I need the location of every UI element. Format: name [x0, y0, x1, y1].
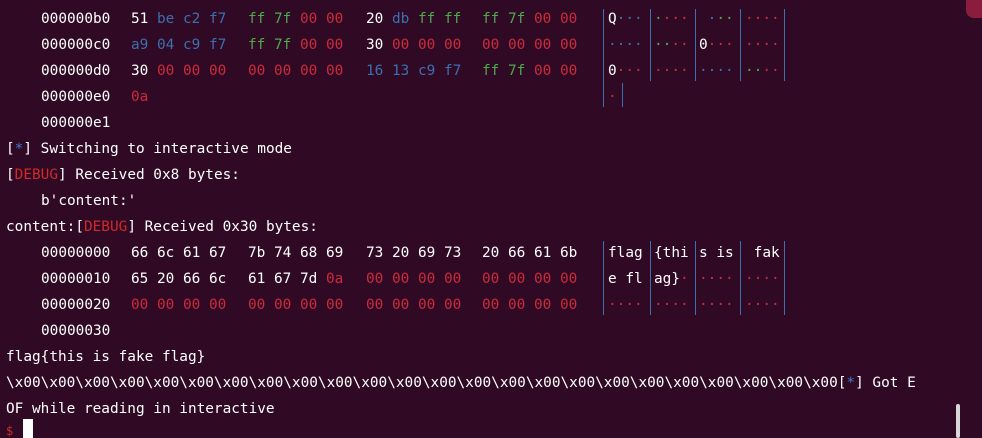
ascii-separator — [603, 9, 604, 107]
hex-group: 00 00 00 00 — [482, 271, 578, 287]
ascii-group: ···· — [608, 297, 643, 313]
status-line-switching: [*] Switching to interactive mode — [6, 141, 292, 157]
scrollbar-thumb[interactable] — [956, 404, 960, 438]
hex-address: 000000e1 — [41, 115, 111, 131]
hex-group: 16 13 c9 f7 — [366, 63, 462, 79]
hex-address: 00000000 — [41, 245, 111, 261]
hex-group: ff 7f 00 00 — [248, 11, 344, 27]
hex-group: 20 db ff ff — [366, 11, 462, 27]
flag-output: flag{this is fake flag} — [6, 349, 206, 365]
ascii-separator — [740, 9, 741, 81]
ascii-separator — [784, 9, 785, 81]
hex-address: 00000010 — [41, 271, 111, 287]
ascii-group: ···· — [699, 297, 734, 313]
ascii-separator — [695, 241, 696, 315]
window-edge — [966, 0, 982, 18]
hex-group: 61 67 7d 0a — [248, 271, 344, 287]
ascii-group: ···· — [654, 63, 689, 79]
hex-address: 00000030 — [41, 323, 111, 339]
received-payload: b'content:' — [41, 193, 137, 209]
ascii-group: ···· — [699, 271, 734, 287]
hex-address: 000000b0 — [41, 11, 111, 27]
ascii-separator — [650, 241, 651, 315]
ascii-group: s is — [699, 245, 734, 261]
hex-group: 00 00 00 00 — [248, 297, 344, 313]
ascii-group: fak — [745, 245, 780, 261]
ascii-group: ···· — [654, 11, 689, 27]
terminal-window[interactable]: { "hexdump1": { "rows": [ { "addr": "000… — [0, 0, 982, 438]
hex-group: 73 20 69 73 — [366, 245, 462, 261]
ascii-group: ··· — [707, 11, 734, 27]
hex-group: 0a — [131, 89, 149, 105]
hex-address: 000000e0 — [41, 89, 111, 105]
ascii-separator — [622, 83, 623, 107]
hex-group: 00 00 00 00 — [131, 297, 227, 313]
hex-group: 20 66 61 6b — [482, 245, 578, 261]
hex-group: 7b 74 68 69 — [248, 245, 344, 261]
hex-group: 00 00 00 00 — [482, 297, 578, 313]
hex-group: 65 20 66 6c — [131, 271, 227, 287]
debug-tag: DEBUG — [14, 167, 58, 183]
ascii-group: ···· — [608, 37, 643, 53]
ascii-group: 0··· — [608, 63, 643, 79]
eof-line: \x00\x00\x00\x00\x00\x00\x00\x00\x00\x00… — [6, 375, 916, 391]
ascii-group: ···· — [745, 271, 780, 287]
debug-line-recv2: content:[DEBUG] Received 0x30 bytes: — [6, 219, 318, 235]
hex-group: a9 04 c9 f7 — [131, 37, 227, 53]
ascii-separator — [650, 9, 651, 81]
null-bytes-output: \x00\x00\x00\x00\x00\x00\x00\x00\x00\x00… — [6, 375, 838, 391]
ascii-separator — [695, 9, 696, 81]
ascii-group: ···· — [654, 297, 689, 313]
terminal-cursor[interactable] — [23, 419, 33, 438]
hex-group: ff 7f 00 00 — [482, 63, 578, 79]
ascii-group: 0··· — [699, 37, 734, 53]
ascii-group: {thi — [654, 245, 689, 261]
ascii-group: · — [608, 89, 617, 105]
ascii-group: ···· — [699, 63, 734, 79]
hex-group: 30 00 00 00 — [366, 37, 462, 53]
ascii-group: flag — [608, 245, 643, 261]
hex-group: 66 6c 61 67 — [131, 245, 227, 261]
ascii-group: ···· — [745, 63, 780, 79]
star-marker: * — [846, 375, 856, 391]
ascii-separator — [740, 241, 741, 315]
ascii-group: ···· — [745, 37, 780, 53]
hex-group: 00 00 00 00 — [482, 37, 578, 53]
ascii-group: e fl — [608, 271, 643, 287]
ascii-group: ag}· — [654, 271, 689, 287]
hex-group: 51 be c2 f7 — [131, 11, 227, 27]
shell-prompt: $ — [6, 424, 14, 438]
eof-line-continued: OF while reading in interactive — [6, 401, 275, 417]
hex-group: ff 7f 00 00 — [482, 11, 578, 27]
ascii-separator — [784, 241, 785, 315]
hex-group: 30 00 00 00 — [131, 63, 227, 79]
hex-group: 00 00 00 00 — [248, 63, 344, 79]
ascii-group: ···· — [745, 11, 780, 27]
ascii-group: ···· — [654, 37, 689, 53]
ascii-separator — [603, 241, 604, 315]
hex-group: 00 00 00 00 — [366, 297, 462, 313]
hex-group: ff 7f 00 00 — [248, 37, 344, 53]
hex-address: 000000d0 — [41, 63, 111, 79]
ascii-group: Q··· — [608, 11, 643, 27]
ascii-group: ···· — [745, 297, 780, 313]
hex-address: 00000020 — [41, 297, 111, 313]
debug-line-recv1: [DEBUG] Received 0x8 bytes: — [6, 167, 240, 183]
hex-address: 000000c0 — [41, 37, 111, 53]
debug-tag: DEBUG — [83, 219, 128, 235]
hex-group: 00 00 00 00 — [366, 271, 462, 287]
